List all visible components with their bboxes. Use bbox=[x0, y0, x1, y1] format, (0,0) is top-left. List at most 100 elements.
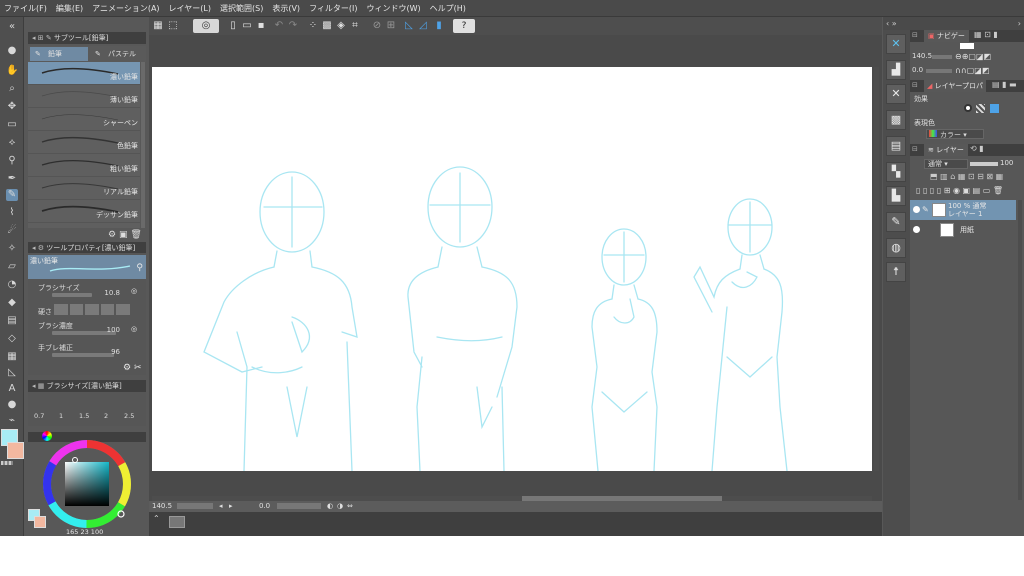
navigator-zoom-slider[interactable] bbox=[932, 55, 952, 59]
airbrush-icon[interactable]: ☄ bbox=[6, 225, 18, 237]
panel-menu-icon[interactable]: ⊟ bbox=[912, 81, 918, 89]
menu-edit[interactable]: 編集(E) bbox=[56, 3, 83, 14]
library-icon[interactable]: ▟ bbox=[886, 60, 906, 80]
collapse-left-icon[interactable]: ‹ » bbox=[886, 17, 897, 30]
snap-special-ruler-icon[interactable]: ◿ bbox=[417, 20, 429, 32]
tab-layer[interactable]: ≋ レイヤー bbox=[924, 144, 968, 156]
tool-settings-icon[interactable]: ⚙ bbox=[123, 363, 131, 373]
gradient-icon[interactable]: ▤ bbox=[6, 315, 18, 327]
hand-icon[interactable]: ✋ bbox=[6, 65, 18, 77]
menu-filter[interactable]: フィルター(I) bbox=[309, 3, 357, 14]
search-icon[interactable]: ⚲ bbox=[136, 263, 143, 273]
layer-item-1[interactable]: ✎ 100 % 通常 レイヤー 1 bbox=[910, 200, 1016, 220]
snap-grid-icon[interactable]: ▮ bbox=[433, 20, 445, 32]
expression-color-select[interactable]: カラー ▾ bbox=[926, 129, 984, 139]
character-icon[interactable]: ☨ bbox=[886, 262, 906, 282]
rotate-left-icon[interactable]: ◐ bbox=[327, 501, 333, 512]
help-icon[interactable]: ? bbox=[453, 19, 475, 33]
navigator-preview[interactable] bbox=[960, 43, 974, 49]
figure-icon[interactable]: ◇ bbox=[6, 333, 18, 345]
correction-icon[interactable]: ⌁ bbox=[6, 415, 18, 427]
delete-subtool-icon[interactable]: 🗑 bbox=[130, 230, 141, 240]
brush-list-scrollbar[interactable] bbox=[141, 62, 145, 228]
size-preset[interactable]: 2.5 bbox=[124, 412, 134, 420]
brush-item-real-pencil[interactable]: リアル鉛筆 bbox=[28, 177, 140, 200]
navigator-angle-slider[interactable] bbox=[926, 69, 952, 73]
undo-icon[interactable]: ↶ bbox=[273, 20, 285, 32]
flip-icon[interactable]: ⇔ bbox=[347, 501, 353, 512]
canvas-vertical-scrollbar[interactable] bbox=[874, 67, 879, 471]
tab-sub-icons[interactable]: ▤ ▮ ▬ bbox=[992, 80, 1017, 89]
snap-icon[interactable]: ⊞ bbox=[385, 20, 397, 32]
brush-material-icon[interactable]: ✎ bbox=[886, 212, 906, 232]
collapse-right-icon[interactable]: › bbox=[1018, 17, 1021, 30]
brush-item-light-pencil[interactable]: 薄い鉛筆 bbox=[28, 85, 140, 108]
blend-mode-select[interactable]: 通常 ▾ bbox=[924, 159, 968, 169]
cursor-icon[interactable]: ⬚ bbox=[167, 20, 179, 32]
deselect-icon[interactable]: ⁘ bbox=[307, 20, 319, 32]
rotate-slider[interactable] bbox=[277, 503, 321, 509]
brush-item-rough-pencil[interactable]: 粗い鉛筆 bbox=[28, 154, 140, 177]
collapse-icon[interactable]: « bbox=[6, 21, 18, 33]
zoom-out-icon[interactable]: ◂ bbox=[219, 501, 223, 512]
blend-icon[interactable]: ◔ bbox=[6, 279, 18, 291]
fill-icon[interactable]: ◆ bbox=[6, 297, 18, 309]
panel-menu-icon[interactable]: ⊟ bbox=[912, 145, 918, 153]
brush-size-slider[interactable] bbox=[52, 293, 92, 297]
visibility-icon[interactable] bbox=[913, 206, 920, 213]
clear-icon[interactable]: ▩ bbox=[321, 20, 333, 32]
pressure-icon[interactable]: ◎ bbox=[131, 287, 137, 295]
menu-layer[interactable]: レイヤー(L) bbox=[169, 3, 211, 14]
layer-scrollbar[interactable] bbox=[1018, 200, 1022, 500]
pattern-icon[interactable]: ▩ bbox=[886, 110, 906, 130]
opacity-slider[interactable] bbox=[970, 162, 998, 166]
navigator-zoom-buttons[interactable]: ⊖⊕▢◪◩ bbox=[955, 52, 991, 61]
hardness-step[interactable] bbox=[54, 304, 68, 315]
menu-view[interactable]: 表示(V) bbox=[272, 3, 300, 14]
grid-layout-icon[interactable]: ▦ bbox=[152, 20, 164, 32]
tab-sub-icons[interactable]: ⟲ ▮ bbox=[970, 144, 984, 153]
save-icon[interactable]: ▪ bbox=[255, 20, 267, 32]
expand-icon[interactable]: ⌃ bbox=[153, 514, 160, 523]
navigator-rotate-buttons[interactable]: ∩∩▢◪◩ bbox=[955, 66, 989, 75]
menu-animation[interactable]: アニメーション(A) bbox=[92, 3, 159, 14]
balloon-icon[interactable]: ● bbox=[6, 399, 18, 411]
drawing-canvas[interactable] bbox=[152, 67, 872, 471]
hardness-step[interactable] bbox=[116, 304, 130, 315]
effect-layer-color-icon[interactable] bbox=[990, 104, 999, 113]
move-icon[interactable]: ✥ bbox=[6, 101, 18, 113]
transform-icon[interactable]: ⌗ bbox=[349, 20, 361, 32]
tone-icon[interactable]: ▤ bbox=[886, 136, 906, 156]
menu-file[interactable]: ファイル(F) bbox=[4, 3, 47, 14]
crop-icon[interactable]: ⊘ bbox=[371, 20, 383, 32]
new-layer-icons[interactable]: ▯ ▯ ▯ ▯ ⊞ ◉ ▣ ▤ ▭ 🗑 bbox=[916, 186, 1003, 195]
pen-icon[interactable]: ✒ bbox=[6, 173, 18, 185]
subtool-settings-icon[interactable]: ⚙ bbox=[108, 230, 116, 240]
size-preset[interactable]: 2 bbox=[104, 412, 108, 420]
tab-navigator[interactable]: ▣ ナビゲー bbox=[924, 30, 969, 42]
eyedropper-icon[interactable]: ⚲ bbox=[6, 155, 18, 167]
tab-layer-property[interactable]: ◢ レイヤープロパ bbox=[924, 80, 986, 92]
density-pressure-icon[interactable]: ◎ bbox=[131, 325, 137, 333]
timeline-icon[interactable] bbox=[169, 516, 185, 528]
size-preset[interactable]: 0.7 bbox=[34, 412, 44, 420]
menu-help[interactable]: ヘルプ(H) bbox=[430, 3, 466, 14]
new-subtool-icon[interactable]: ▣ bbox=[119, 230, 128, 240]
redo-icon[interactable]: ↷ bbox=[287, 20, 299, 32]
tab-pastel[interactable]: ✎ パステル bbox=[90, 47, 144, 61]
layer-item-paper[interactable]: 用紙 bbox=[910, 220, 1016, 240]
globe-icon[interactable]: ◍ bbox=[886, 238, 906, 258]
menu-window[interactable]: ウィンドウ(W) bbox=[367, 3, 421, 14]
tab-sub-icons[interactable]: ▦ ⊡ ▮ bbox=[974, 30, 998, 39]
material-icon[interactable]: ✕ bbox=[886, 84, 906, 104]
open-file-icon[interactable]: ▭ bbox=[241, 20, 253, 32]
visibility-icon[interactable] bbox=[913, 226, 920, 233]
selection-icon[interactable]: ▭ bbox=[6, 119, 18, 131]
brush-item-dark-pencil[interactable]: 濃い鉛筆 bbox=[28, 62, 140, 85]
hardness-steps[interactable] bbox=[54, 304, 130, 315]
zoom-slider[interactable] bbox=[177, 503, 213, 509]
wrench-icon[interactable]: ✂ bbox=[134, 363, 142, 373]
wheel-sub-color[interactable] bbox=[34, 516, 46, 528]
brush-item-mechanical-pencil[interactable]: シャーペン bbox=[28, 108, 140, 131]
panel-menu-icon[interactable]: ⊟ bbox=[912, 31, 918, 39]
